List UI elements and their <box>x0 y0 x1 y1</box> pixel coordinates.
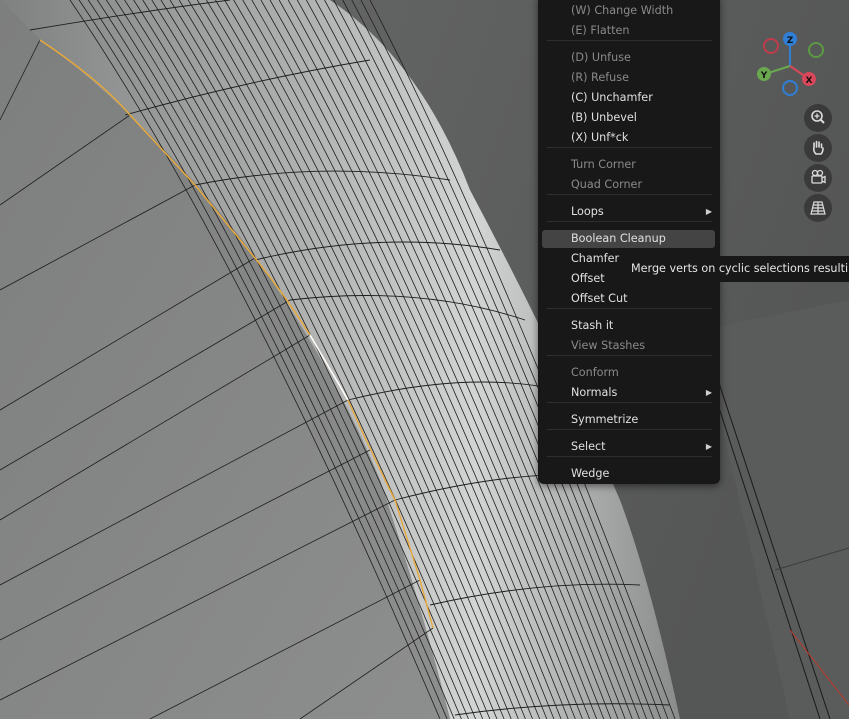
3d-viewport[interactable] <box>0 0 849 719</box>
menu-item-unchamfer[interactable]: (C) Unchamfer <box>542 89 715 107</box>
menu-item-select[interactable]: Select ▶ <box>542 438 715 456</box>
z-axis-label: Z <box>787 36 794 46</box>
ortho-grid-icon <box>810 201 826 215</box>
menu-item-label: (D) Unfuse <box>571 51 631 64</box>
menu-item-conform[interactable]: Conform <box>542 364 715 382</box>
menu-item-label: (W) Change Width <box>571 4 674 17</box>
pan-hand-icon <box>812 140 824 155</box>
menu-item-label: Conform <box>571 366 619 379</box>
menu-item-label: Stash it <box>571 319 614 332</box>
menu-separator <box>547 402 712 403</box>
y-axis-label: Y <box>760 71 768 81</box>
ortho-toggle-button[interactable] <box>804 194 832 222</box>
menu-item-label: Wedge <box>571 467 610 480</box>
menu-item-label: Offset Cut <box>571 292 628 305</box>
menu-item-wedge[interactable]: Wedge <box>542 465 715 483</box>
submenu-arrow-icon: ▶ <box>705 388 712 397</box>
menu-item-unbevel[interactable]: (B) Unbevel <box>542 109 715 127</box>
menu-item-view-stashes[interactable]: View Stashes <box>542 337 715 355</box>
menu-item-refuse[interactable]: (R) Refuse <box>542 69 715 87</box>
neg-x-handle[interactable] <box>763 38 779 54</box>
menu-item-label: Turn Corner <box>571 158 636 171</box>
menu-item-label: Symmetrize <box>571 413 639 426</box>
menu-item-offset-cut[interactable]: Offset Cut <box>542 290 715 308</box>
menu-item-label: (X) Unf*ck <box>571 131 629 144</box>
menu-item-label: Select <box>571 440 606 453</box>
menu-item-change-width[interactable]: (W) Change Width <box>542 2 715 20</box>
menu-separator <box>547 308 712 309</box>
camera-view-button[interactable] <box>804 164 832 192</box>
menu-item-label: View Stashes <box>571 339 646 352</box>
submenu-arrow-icon: ▶ <box>705 442 712 451</box>
menu-item-symmetrize[interactable]: Symmetrize <box>542 411 715 429</box>
menu-item-label: Normals <box>571 386 618 399</box>
menu-separator <box>547 40 712 41</box>
neg-y-handle[interactable] <box>808 42 824 58</box>
menu-separator <box>547 456 712 457</box>
menu-item-loops[interactable]: Loops ▶ <box>542 203 715 221</box>
submenu-arrow-icon: ▶ <box>705 207 712 216</box>
menu-item-label: Offset <box>571 272 605 285</box>
camera-icon <box>811 169 826 184</box>
menu-item-label: (B) Unbevel <box>571 111 637 124</box>
menu-item-label: Chamfer <box>571 252 620 265</box>
menu-item-label: (R) Refuse <box>571 71 629 84</box>
menu-item-normals[interactable]: Normals ▶ <box>542 384 715 402</box>
menu-item-flatten[interactable]: (E) Flatten <box>542 22 715 40</box>
menu-item-unf-ck[interactable]: (X) Unf*ck <box>542 129 715 147</box>
machin3-context-menu: (W) Change Width (E) Flatten (D) Unfuse (R)… <box>538 0 720 484</box>
pan-button[interactable] <box>804 134 832 162</box>
navigation-gizmo[interactable]: Z Y X <box>755 30 829 100</box>
neg-z-handle[interactable] <box>782 80 798 96</box>
menu-separator <box>547 194 712 195</box>
menu-separator <box>547 429 712 430</box>
menu-item-boolean-cleanup[interactable]: Boolean Cleanup <box>542 230 715 248</box>
tooltip: Merge verts on cyclic selections resulti… <box>619 256 849 282</box>
menu-item-label: (E) Flatten <box>571 24 630 37</box>
menu-separator <box>547 355 712 356</box>
x-axis-label: X <box>806 76 813 86</box>
menu-item-turn-corner[interactable]: Turn Corner <box>542 156 715 174</box>
menu-item-label: (C) Unchamfer <box>571 91 653 104</box>
tooltip-text: Merge verts on cyclic selections resulti… <box>631 262 849 275</box>
menu-separator <box>547 147 712 148</box>
zoom-button[interactable] <box>804 104 832 132</box>
zoom-icon <box>811 110 825 124</box>
menu-item-quad-corner[interactable]: Quad Corner <box>542 176 715 194</box>
menu-separator <box>547 221 712 222</box>
menu-item-label: Quad Corner <box>571 178 643 191</box>
menu-item-unfuse[interactable]: (D) Unfuse <box>542 49 715 67</box>
menu-item-label: Loops <box>571 205 604 218</box>
menu-item-label: Boolean Cleanup <box>571 232 666 245</box>
menu-item-stash-it[interactable]: Stash it <box>542 317 715 335</box>
